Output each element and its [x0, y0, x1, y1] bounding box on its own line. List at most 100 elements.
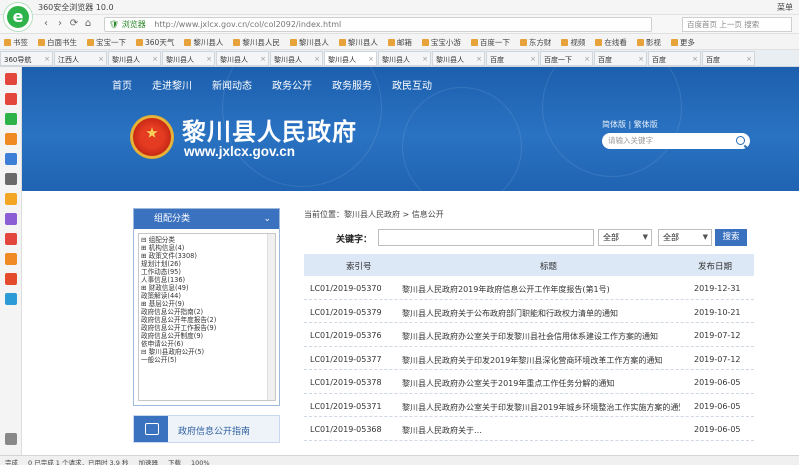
- pay-icon[interactable]: [5, 293, 17, 305]
- weibo-icon[interactable]: [5, 73, 17, 85]
- tree-scrollbar[interactable]: [267, 234, 275, 400]
- guide-link[interactable]: 政府信息公开指南: [133, 415, 280, 443]
- tree-item[interactable]: 政策解读(44): [141, 292, 275, 300]
- app-icon[interactable]: [5, 93, 17, 105]
- close-icon[interactable]: ×: [584, 55, 590, 63]
- tree-item[interactable]: 政府信息公开年度报告(2): [141, 316, 275, 324]
- window-menu-button[interactable]: 菜单: [777, 2, 793, 13]
- browser-tab[interactable]: 黎川县人 ×: [432, 51, 485, 66]
- site-nav-item[interactable]: 走进黎川: [152, 77, 192, 92]
- browser-tab[interactable]: 360导航 ×: [0, 51, 53, 66]
- settings-gear-icon[interactable]: [5, 433, 17, 445]
- app-store-icon[interactable]: [5, 273, 17, 285]
- close-icon[interactable]: ×: [44, 55, 50, 63]
- browser-tab[interactable]: 百度一下 ×: [540, 51, 593, 66]
- tree-item[interactable]: 一般公开(5): [141, 356, 275, 364]
- close-icon[interactable]: ×: [152, 55, 158, 63]
- close-icon[interactable]: ×: [746, 55, 752, 63]
- browser-tab[interactable]: 黎川县人 ×: [216, 51, 269, 66]
- cell-title[interactable]: 黎川县人民政府关于印发2019年黎川县深化营商环境改革工作方案的通知: [402, 355, 680, 366]
- table-row[interactable]: LC01/2019-05377 黎川县人民政府关于印发2019年黎川县深化营商环境…: [304, 347, 754, 370]
- close-icon[interactable]: ×: [98, 55, 104, 63]
- close-icon[interactable]: ×: [476, 55, 482, 63]
- tree-item[interactable]: ⊟ 组配分类: [141, 236, 275, 244]
- cell-title[interactable]: 黎川县人民政府办公室关于印发黎川县2019年城乡环境整治工作实施方案的通知: [402, 402, 680, 413]
- close-icon[interactable]: ×: [314, 55, 320, 63]
- tree-item[interactable]: ⊞ 机构信息(4): [141, 244, 275, 252]
- bookmark-item[interactable]: 视频: [557, 34, 591, 48]
- tree-item[interactable]: 规划计划(26): [141, 260, 275, 268]
- close-icon[interactable]: ×: [260, 55, 266, 63]
- year-select[interactable]: 全部 ▼: [658, 229, 712, 246]
- back-icon[interactable]: ‹: [40, 18, 52, 30]
- forward-icon[interactable]: ›: [54, 18, 66, 30]
- browser-tab[interactable]: 黎川县人 ×: [270, 51, 323, 66]
- tree-item[interactable]: ⊞ 基层公开(9): [141, 300, 275, 308]
- tree-item[interactable]: 政府信息公开制度(9): [141, 332, 275, 340]
- close-icon[interactable]: ×: [692, 55, 698, 63]
- cell-title[interactable]: 黎川县人民政府关于公布政府部门职能和行政权力清单的通知: [402, 308, 680, 319]
- table-row[interactable]: LC01/2019-05370 黎川县人民政府2019年政府信息公开工作年度报告(…: [304, 276, 754, 300]
- browser-tab[interactable]: 黎川县人 ×: [378, 51, 431, 66]
- browser-tab[interactable]: 江西人 ×: [54, 51, 107, 66]
- keyword-input[interactable]: [378, 229, 594, 246]
- table-row[interactable]: LC01/2019-05379 黎川县人民政府关于公布政府部门职能和行政权力清单的…: [304, 300, 754, 323]
- bookmark-item[interactable]: 黎川县人: [335, 34, 384, 48]
- game-icon[interactable]: [5, 133, 17, 145]
- table-row[interactable]: LC01/2019-05368 黎川县人民政府关于… 2019-06-05: [304, 417, 754, 441]
- chevron-down-icon[interactable]: ⌄: [263, 209, 271, 229]
- close-icon[interactable]: ×: [368, 55, 374, 63]
- search-button[interactable]: 搜索: [715, 229, 747, 246]
- bookmark-item[interactable]: 白面书生: [34, 34, 83, 48]
- status-item[interactable]: 下载: [163, 456, 186, 465]
- site-nav-item[interactable]: 政务服务: [332, 77, 372, 92]
- cell-title[interactable]: 黎川县人民政府办公室关于印发黎川县社会信用体系建设工作方案的通知: [402, 331, 680, 342]
- tree-item[interactable]: 人事信息(136): [141, 276, 275, 284]
- browser-tab[interactable]: 百度 ×: [648, 51, 701, 66]
- close-icon[interactable]: ×: [638, 55, 644, 63]
- table-row[interactable]: LC01/2019-05371 黎川县人民政府办公室关于印发黎川县2019年城乡环…: [304, 394, 754, 417]
- bookmark-item[interactable]: 黎川县人: [286, 34, 335, 48]
- cell-title[interactable]: 黎川县人民政府2019年政府信息公开工作年度报告(第1号): [402, 284, 680, 295]
- site-nav-item[interactable]: 政务公开: [272, 77, 312, 92]
- tree-item[interactable]: ⊞ 财政信息(49): [141, 284, 275, 292]
- status-item[interactable]: 100%: [186, 458, 215, 465]
- close-icon[interactable]: ×: [422, 55, 428, 63]
- bookmark-item[interactable]: 东方财: [516, 34, 558, 48]
- close-icon[interactable]: ×: [206, 55, 212, 63]
- bookmark-item[interactable]: 更多: [667, 34, 701, 48]
- cell-title[interactable]: 黎川县人民政府关于…: [402, 425, 680, 436]
- browser-tab[interactable]: 百度 ×: [702, 51, 755, 66]
- video-icon[interactable]: [5, 213, 17, 225]
- status-item[interactable]: 加速器: [133, 456, 163, 465]
- tree-item[interactable]: 政府信息公开工作报告(9): [141, 324, 275, 332]
- search-icon[interactable]: [736, 136, 745, 145]
- url-input[interactable]: 🛡 浏览器 http://www.jxlcx.gov.cn/col/col209…: [104, 17, 652, 32]
- shop-icon[interactable]: [5, 193, 17, 205]
- close-icon[interactable]: ×: [530, 55, 536, 63]
- category-tree[interactable]: ⊟ 组配分类 ⊞ 机构信息(4) ⊞ 政策文件(3308) 规划计划(26) 工作动…: [138, 233, 276, 401]
- bookmark-item[interactable]: 邮箱: [384, 34, 418, 48]
- bookmark-item[interactable]: 百度一下: [467, 34, 516, 48]
- table-row[interactable]: LC01/2019-05376 黎川县人民政府办公室关于印发黎川县社会信用体系建设…: [304, 323, 754, 347]
- browser-tab[interactable]: 黎川县人 ×: [108, 51, 161, 66]
- category-select[interactable]: 全部 ▼: [598, 229, 652, 246]
- bookmark-item[interactable]: 在线看: [591, 34, 633, 48]
- browser-tab[interactable]: 百度 ×: [594, 51, 647, 66]
- tree-item[interactable]: 政府信息公开指南(2): [141, 308, 275, 316]
- browser-logo-icon[interactable]: e: [4, 3, 32, 31]
- browser-search-input[interactable]: 百度首页 上一页 搜索: [682, 17, 792, 32]
- news-icon[interactable]: [5, 153, 17, 165]
- site-nav-item[interactable]: 新闻动态: [212, 77, 252, 92]
- site-nav-item[interactable]: 政民互动: [392, 77, 432, 92]
- site-nav-item[interactable]: 首页: [112, 77, 132, 92]
- tool-icon[interactable]: [5, 173, 17, 185]
- site-search-input[interactable]: 请输入关键字: [602, 133, 750, 149]
- browser-tab[interactable]: 黎川县人 ×: [324, 51, 377, 66]
- bookmark-item[interactable]: 宝宝一下: [83, 34, 132, 48]
- language-switch[interactable]: 简体版 | 繁体版: [602, 119, 658, 130]
- bookmark-item[interactable]: 书签: [0, 34, 34, 48]
- tree-item[interactable]: ⊞ 政策文件(3308): [141, 252, 275, 260]
- browser-tab[interactable]: 百度 ×: [486, 51, 539, 66]
- bookmark-item[interactable]: 黎川县人: [180, 34, 229, 48]
